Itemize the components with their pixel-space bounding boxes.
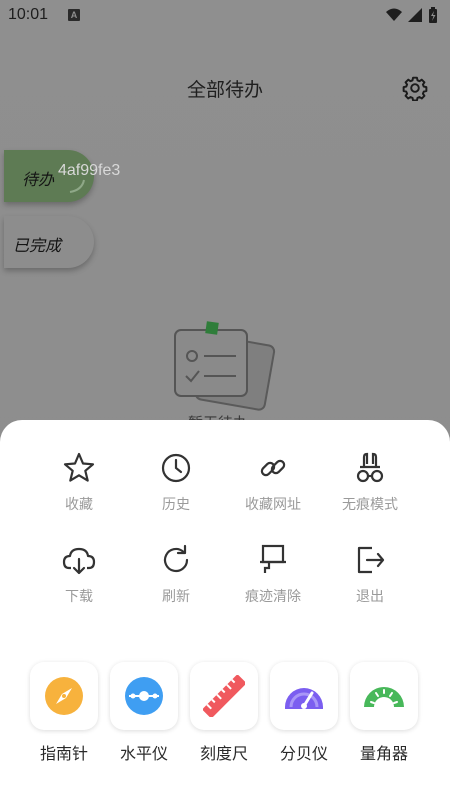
tool-label: 量角器 <box>359 746 408 763</box>
menu-item-label: 下载 <box>65 588 93 604</box>
brush-icon <box>260 544 286 573</box>
menu-item-label: 历史 <box>162 496 190 512</box>
overlay-id-text: 4af99fe3 <box>58 162 121 179</box>
menu-item-favorites[interactable]: 收藏 <box>29 450 129 514</box>
level-icon <box>125 677 163 715</box>
status-time: 10:01 <box>8 6 49 23</box>
incognito-icon <box>356 452 384 483</box>
tab-done-label: 已完成 <box>13 236 62 255</box>
compass-icon <box>45 677 83 715</box>
tool-label: 刻度尺 <box>199 746 248 763</box>
menu-item-label: 痕迹清除 <box>245 588 301 604</box>
tool-label: 指南针 <box>39 746 88 763</box>
tool-card <box>270 662 338 730</box>
menu-item-label: 收藏网址 <box>245 496 301 512</box>
tool-decibel-meter[interactable]: 分贝仪 <box>264 662 344 764</box>
tool-card <box>30 662 98 730</box>
tool-level[interactable]: 水平仪 <box>104 662 184 764</box>
notification-badge-icon: A <box>68 9 80 21</box>
tool-label: 分贝仪 <box>279 746 328 763</box>
tool-card <box>350 662 418 730</box>
menu-item-exit[interactable]: 退出 <box>320 542 420 606</box>
menu-item-label: 无痕模式 <box>342 496 398 512</box>
star-icon <box>63 452 95 482</box>
link-icon <box>260 459 286 477</box>
wifi-icon <box>386 8 402 21</box>
tool-protractor[interactable]: 量角器 <box>344 662 424 764</box>
cloud-download-icon <box>62 547 96 575</box>
tool-card <box>110 662 178 730</box>
menu-item-incognito[interactable]: 无痕模式 <box>320 450 420 514</box>
tool-ruler[interactable]: 刻度尺 <box>184 662 264 764</box>
clock-icon <box>161 453 191 483</box>
tool-label: 水平仪 <box>119 746 168 763</box>
bottom-sheet-menu: 收藏 历史 收藏网址 无痕模式 下载 刷新 痕迹清除 退出 指南针 水平仪 刻度… <box>0 420 450 801</box>
ruler-icon <box>203 675 245 717</box>
menu-item-label: 退出 <box>356 588 384 604</box>
page-title: 全部待办 <box>186 80 263 101</box>
menu-item-bookmarks[interactable]: 收藏网址 <box>223 450 323 514</box>
empty-list-illustration-icon <box>174 321 276 411</box>
status-bar: 10:01 A <box>0 0 450 30</box>
menu-item-label: 刷新 <box>162 588 190 604</box>
refresh-icon <box>163 544 189 573</box>
signal-icon <box>408 8 422 22</box>
protractor-icon <box>364 687 404 707</box>
menu-item-clear-traces[interactable]: 痕迹清除 <box>223 542 323 606</box>
menu-item-label: 收藏 <box>65 496 93 512</box>
exit-icon <box>357 546 385 574</box>
menu-item-refresh[interactable]: 刷新 <box>126 542 226 606</box>
battery-icon <box>429 7 437 23</box>
menu-item-download[interactable]: 下载 <box>29 542 129 606</box>
tool-compass[interactable]: 指南针 <box>24 662 104 764</box>
menu-item-history[interactable]: 历史 <box>126 450 226 514</box>
tab-todo-label: 待办 <box>22 170 55 189</box>
status-indicators <box>384 6 442 24</box>
gear-icon[interactable] <box>402 75 428 101</box>
tool-card <box>190 662 258 730</box>
decibel-meter-icon <box>285 688 323 709</box>
